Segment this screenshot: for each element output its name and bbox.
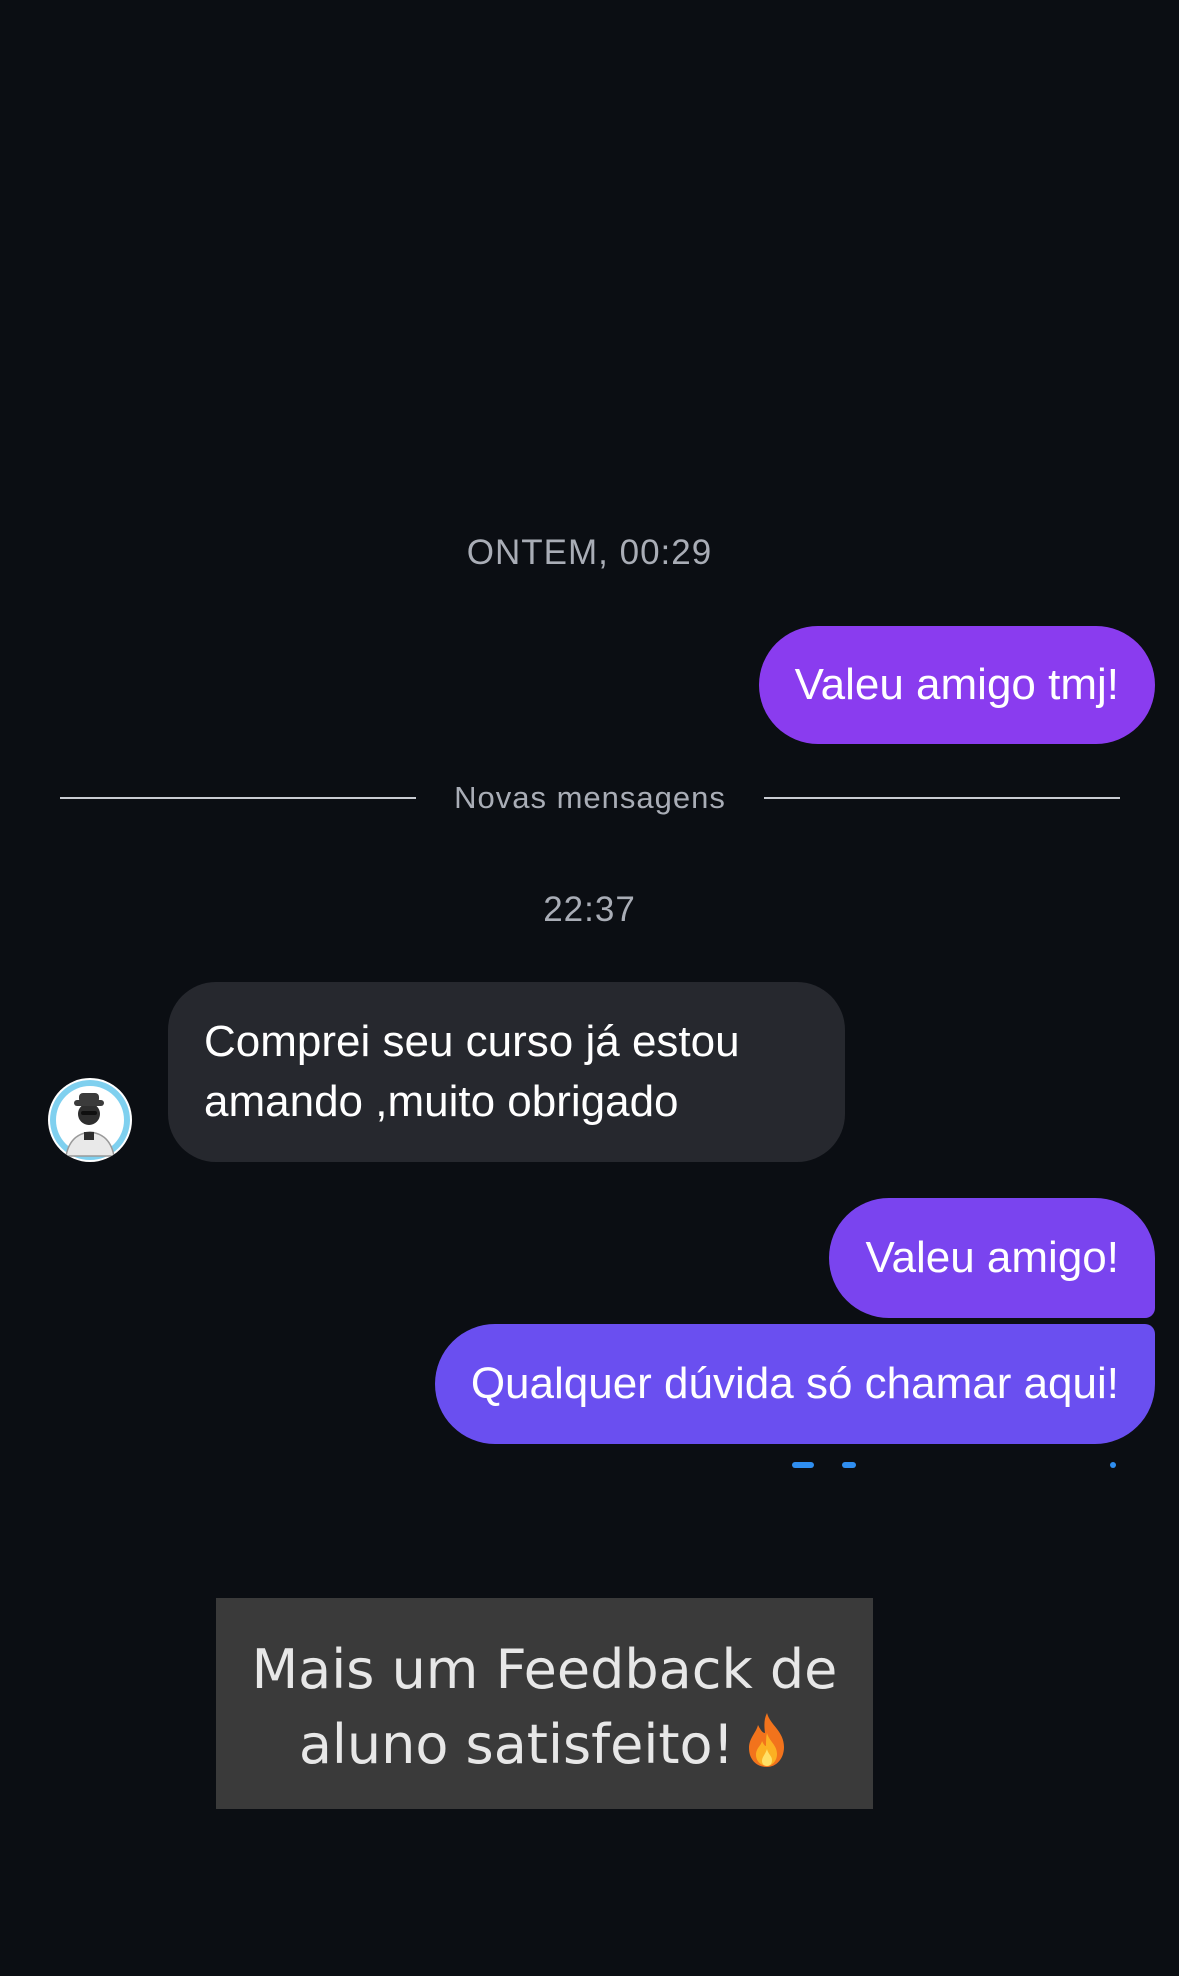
message-timestamp: 22:37 [543, 890, 636, 929]
seen-indicator-fragment [842, 1462, 856, 1468]
overlay-caption-box: Mais um Feedback de aluno satisfeito! [216, 1598, 873, 1809]
divider-line [764, 797, 1120, 799]
contact-avatar[interactable] [48, 1078, 132, 1162]
chat-screen: ONTEM, 00:29 Valeu amigo tmj! Novas mens… [0, 0, 1179, 1976]
divider-line [60, 797, 416, 799]
seen-indicator-clipped [780, 1452, 1120, 1472]
outgoing-message-bubble[interactable]: Qualquer dúvida só chamar aqui! [434, 1324, 1155, 1444]
new-messages-label: Novas mensagens [454, 780, 726, 815]
message-line: amando ,muito obrigado [204, 1077, 679, 1126]
outgoing-message-bubble[interactable]: Valeu amigo! [829, 1198, 1155, 1318]
seen-indicator-fragment [1110, 1462, 1116, 1468]
seen-indicator-fragment [792, 1462, 814, 1468]
caption-line-1: Mais um Feedback de [251, 1638, 838, 1701]
person-avatar-icon [50, 1080, 130, 1160]
incoming-message-bubble[interactable]: Comprei seu curso já estou amando ,muito… [168, 982, 845, 1162]
caption-line-2-text: aluno satisfeito! [298, 1713, 735, 1776]
caption-line-2: aluno satisfeito! [226, 1707, 863, 1782]
fire-icon [744, 1711, 790, 1769]
outgoing-message-bubble[interactable]: Valeu amigo tmj! [758, 626, 1155, 744]
day-timestamp: ONTEM, 00:29 [466, 533, 713, 572]
new-messages-divider: Novas mensagens [60, 776, 1120, 820]
message-line: Comprei seu curso já estou [204, 1017, 740, 1066]
